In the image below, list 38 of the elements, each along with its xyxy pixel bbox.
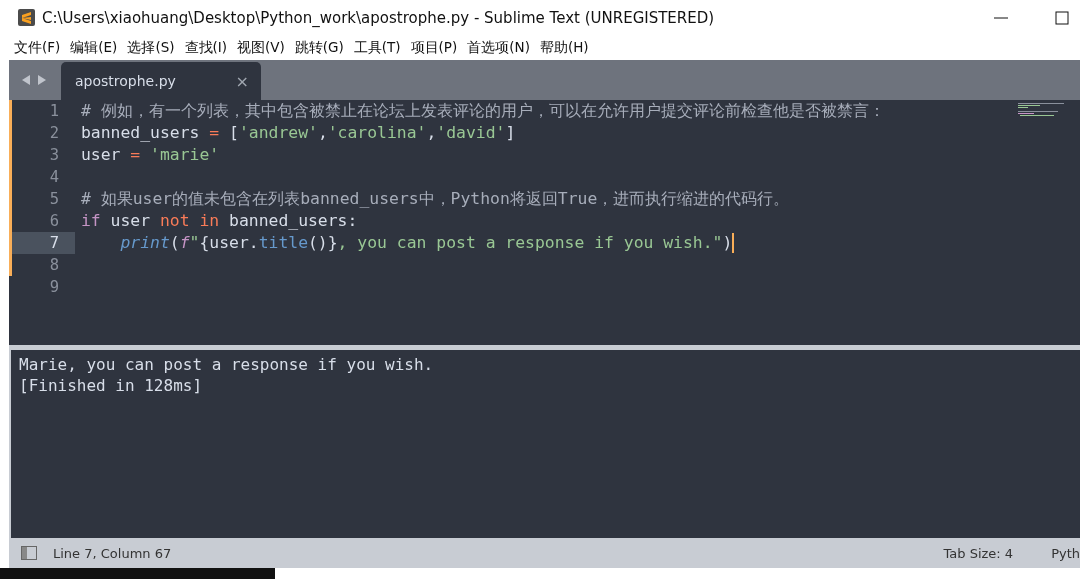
line-number: 2: [9, 122, 75, 144]
output-line: Marie, you can post a response if you wish.: [19, 354, 435, 375]
menu-item[interactable]: 项目(P): [410, 38, 458, 57]
window-title: C:\Users\xiaohuang\Desktop\Python_work\apostrophe.py - Sublime Text (UNREGISTERED): [42, 8, 716, 27]
menu-item[interactable]: 首选项(N): [467, 38, 530, 57]
menu-item[interactable]: 选择(S): [127, 38, 175, 57]
maximize-icon[interactable]: [1054, 9, 1070, 26]
line-number: 5: [9, 188, 75, 210]
line-number: 7: [9, 232, 75, 254]
code-line: print(f"{user.title()}, you can post a response if you wish."): [119, 232, 733, 254]
line-number: 1: [9, 100, 75, 122]
app-icon: [18, 9, 35, 26]
menu-item[interactable]: 编辑(E): [70, 38, 118, 57]
line-number: 4: [9, 166, 75, 188]
cursor-position: Line 7, Column 67: [53, 545, 172, 561]
file-tab[interactable]: apostrophe.py ×: [61, 62, 261, 100]
code-line: banned_users = ['andrew','carolina','david']: [81, 122, 516, 144]
menu-item[interactable]: 工具(T): [353, 38, 401, 57]
code-line: # 如果user的值未包含在列表banned_users中，Python将返回True，进而执行缩进的代码行。: [81, 188, 790, 210]
tab-size-setting[interactable]: Tab Size: 4: [943, 545, 1014, 561]
syntax-setting[interactable]: Pyth: [1051, 545, 1080, 561]
line-number: 3: [9, 144, 75, 166]
code-line: if user not in banned_users:: [81, 210, 358, 232]
line-number: 9: [48, 277, 60, 298]
panel-toggle-icon[interactable]: [21, 546, 37, 560]
menu-item[interactable]: 帮助(H): [539, 38, 589, 57]
forward-arrow-icon[interactable]: [37, 74, 47, 86]
menu-item[interactable]: 文件(F): [14, 38, 61, 57]
menu-item[interactable]: 跳转(G): [294, 38, 344, 57]
line-number: 8: [9, 254, 75, 276]
close-tab-button[interactable]: ×: [235, 71, 249, 91]
code-line: # 例如，有一个列表，其中包含被禁止在论坛上发表评论的用户，可以在允许用户提交评论前检查他是否被禁言：: [81, 100, 885, 122]
back-arrow-icon[interactable]: [21, 74, 31, 86]
code-line: user = 'marie': [81, 144, 220, 166]
menu-item[interactable]: 视图(V): [237, 38, 285, 57]
menu-item[interactable]: 查找(I): [184, 38, 227, 57]
text-cursor: [732, 233, 735, 253]
output-line: [Finished in 128ms]: [19, 375, 204, 396]
